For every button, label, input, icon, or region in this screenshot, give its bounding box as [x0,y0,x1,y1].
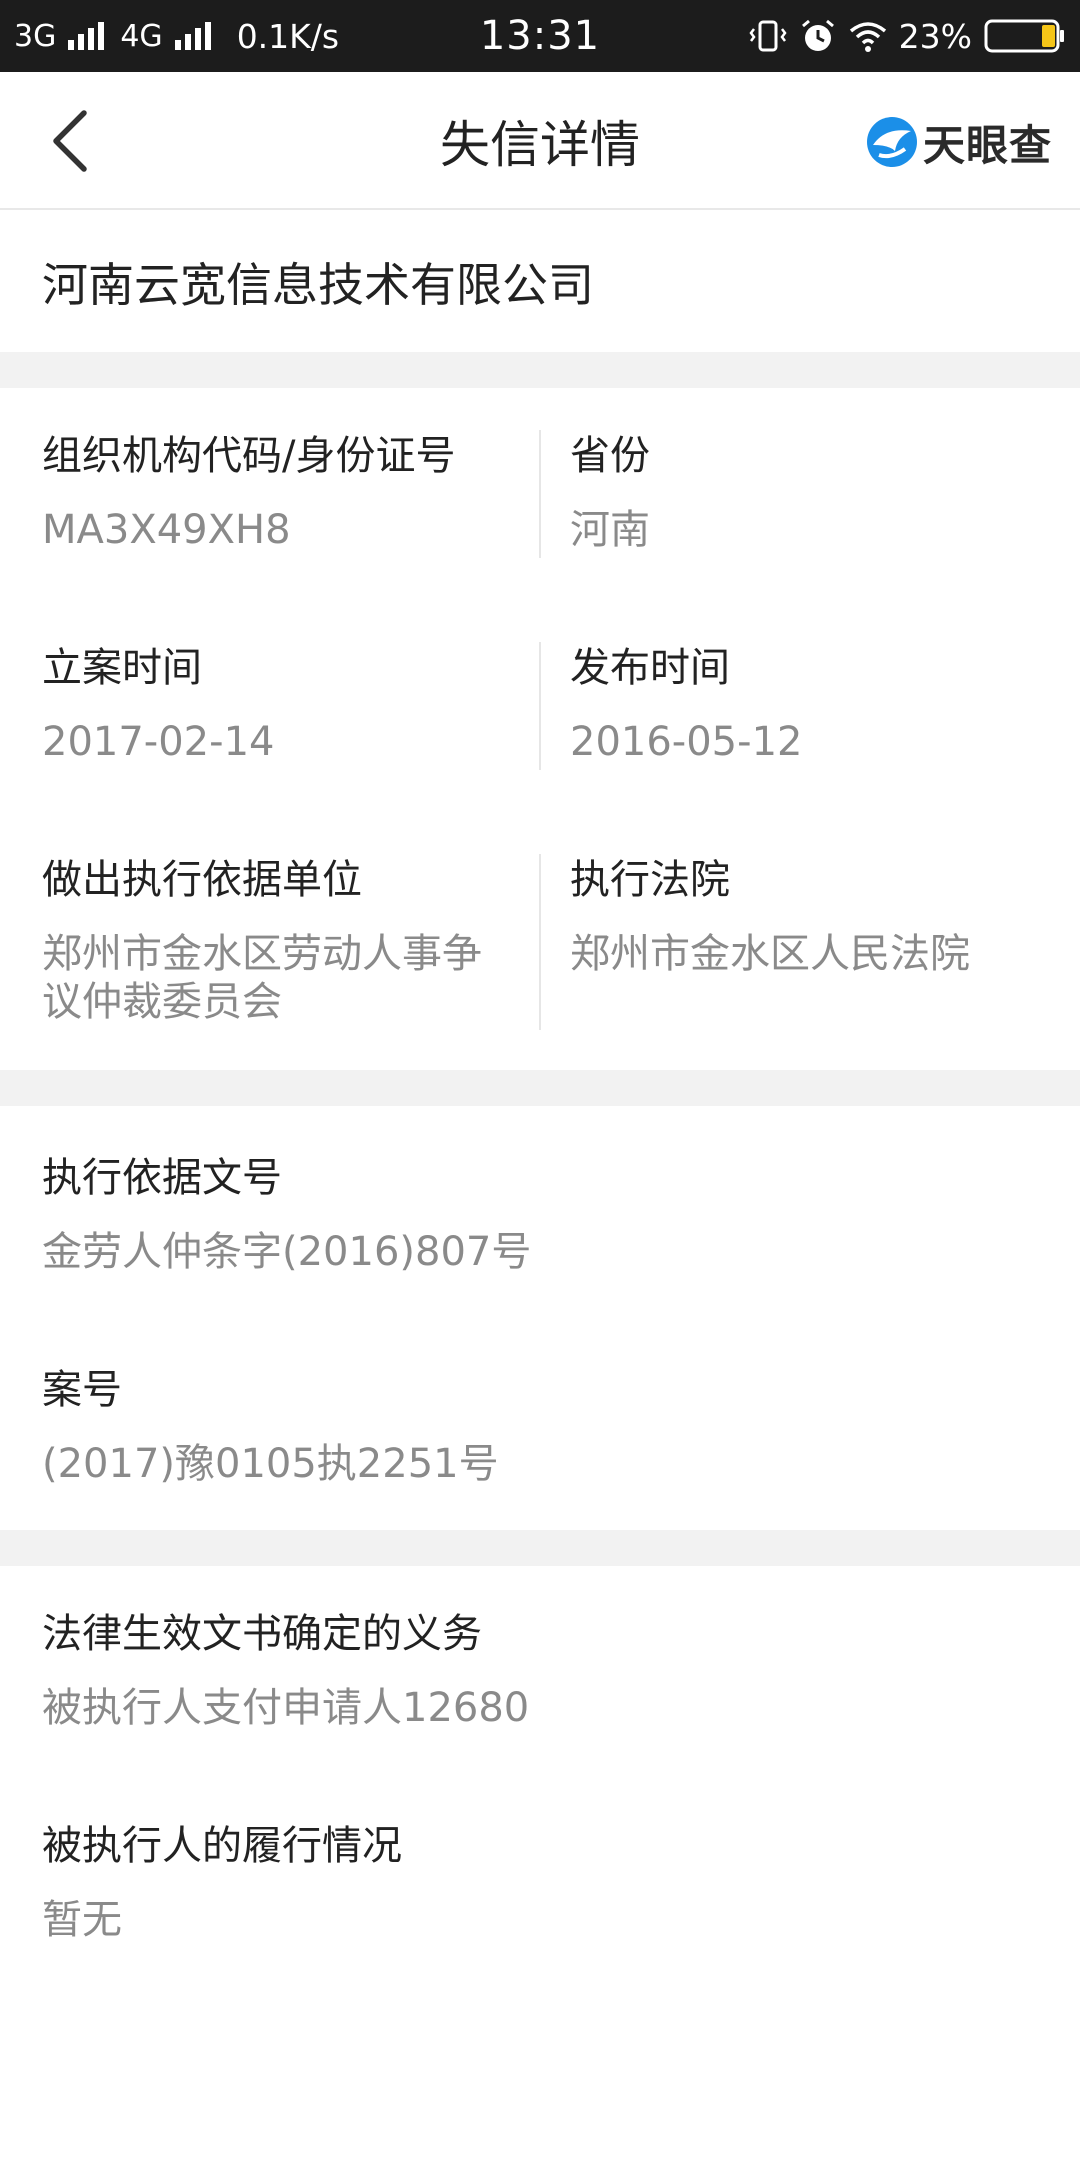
org-code-label: 组织机构代码/身份证号 [42,433,456,479]
section-divider [0,1530,1080,1566]
case-info-card: 执行依据文号 金劳人仲条字(2016)807号 案号 (2017)豫0105执2… [0,1106,1080,1530]
company-name: 河南云宽信息技术有限公司 [42,258,594,312]
status-bar: 3G 4G 0.1K/s 13:31 23% [0,0,1080,72]
court-label: 执行法院 [570,857,730,903]
court-value: 郑州市金水区人民法院 [570,931,970,977]
app-header: 失信详情 天眼查 [0,72,1080,210]
performance-value: 暂无 [42,1897,122,1943]
alarm-icon [801,19,834,51]
battery-icon [984,19,1064,53]
duty-value: 被执行人支付申请人12680 [42,1685,530,1731]
performance-cell: 被执行人的履行情况 暂无 [42,1818,1042,1944]
column-divider [539,430,541,558]
section-divider [0,352,1080,388]
basis-unit-label: 做出执行依据单位 [42,857,362,903]
publish-date-cell: 发布时间 2016-05-12 [570,640,1050,766]
brand-logo[interactable]: 天眼查 [865,112,1052,172]
duty-cell: 法律生效文书确定的义务 被执行人支付申请人12680 [42,1606,1042,1732]
province-value: 河南 [570,507,650,553]
status-right: 23% [749,0,1066,72]
performance-label: 被执行人的履行情况 [42,1823,402,1869]
doc-no-label: 执行依据文号 [42,1155,282,1201]
case-no-label: 案号 [42,1367,122,1413]
vibrate-icon [749,20,787,52]
org-code-cell: 组织机构代码/身份证号 MA3X49XH8 [42,428,522,554]
tianyancha-eye-icon [866,117,917,167]
province-label: 省份 [570,433,650,479]
doc-no-value: 金劳人仲条字(2016)807号 [42,1229,532,1275]
filing-date-value: 2017-02-14 [42,719,275,765]
column-divider [539,642,541,770]
info-grid-card: 组织机构代码/身份证号 MA3X49XH8 省份 河南 立案时间 2017-02… [0,388,1080,1070]
case-no-value: (2017)豫0105执2251号 [42,1441,499,1487]
org-code-value: MA3X49XH8 [42,507,291,553]
duty-label: 法律生效文书确定的义务 [42,1611,482,1657]
battery-percent: 23% [898,16,972,56]
basis-unit-cell: 做出执行依据单位 郑州市金水区劳动人事争议仲裁委员会 [42,852,520,1026]
filing-date-cell: 立案时间 2017-02-14 [42,640,522,766]
back-button[interactable] [40,106,100,176]
court-cell: 执行法院 郑州市金水区人民法院 [570,852,1050,978]
brand-name: 天眼查 [922,120,1052,170]
publish-date-value: 2016-05-12 [570,719,803,765]
publish-date-label: 发布时间 [570,645,730,691]
back-arrow-icon [53,110,87,172]
wifi-icon [849,22,886,52]
section-divider [0,1070,1080,1106]
case-no-cell: 案号 (2017)豫0105执2251号 [42,1362,1042,1488]
column-divider [539,854,541,1030]
obligation-card: 法律生效文书确定的义务 被执行人支付申请人12680 被执行人的履行情况 暂无 [0,1566,1080,2160]
province-cell: 省份 河南 [570,428,1050,554]
basis-unit-value: 郑州市金水区劳动人事争议仲裁委员会 [42,931,482,1025]
doc-no-cell: 执行依据文号 金劳人仲条字(2016)807号 [42,1150,1042,1276]
filing-date-label: 立案时间 [42,645,202,691]
